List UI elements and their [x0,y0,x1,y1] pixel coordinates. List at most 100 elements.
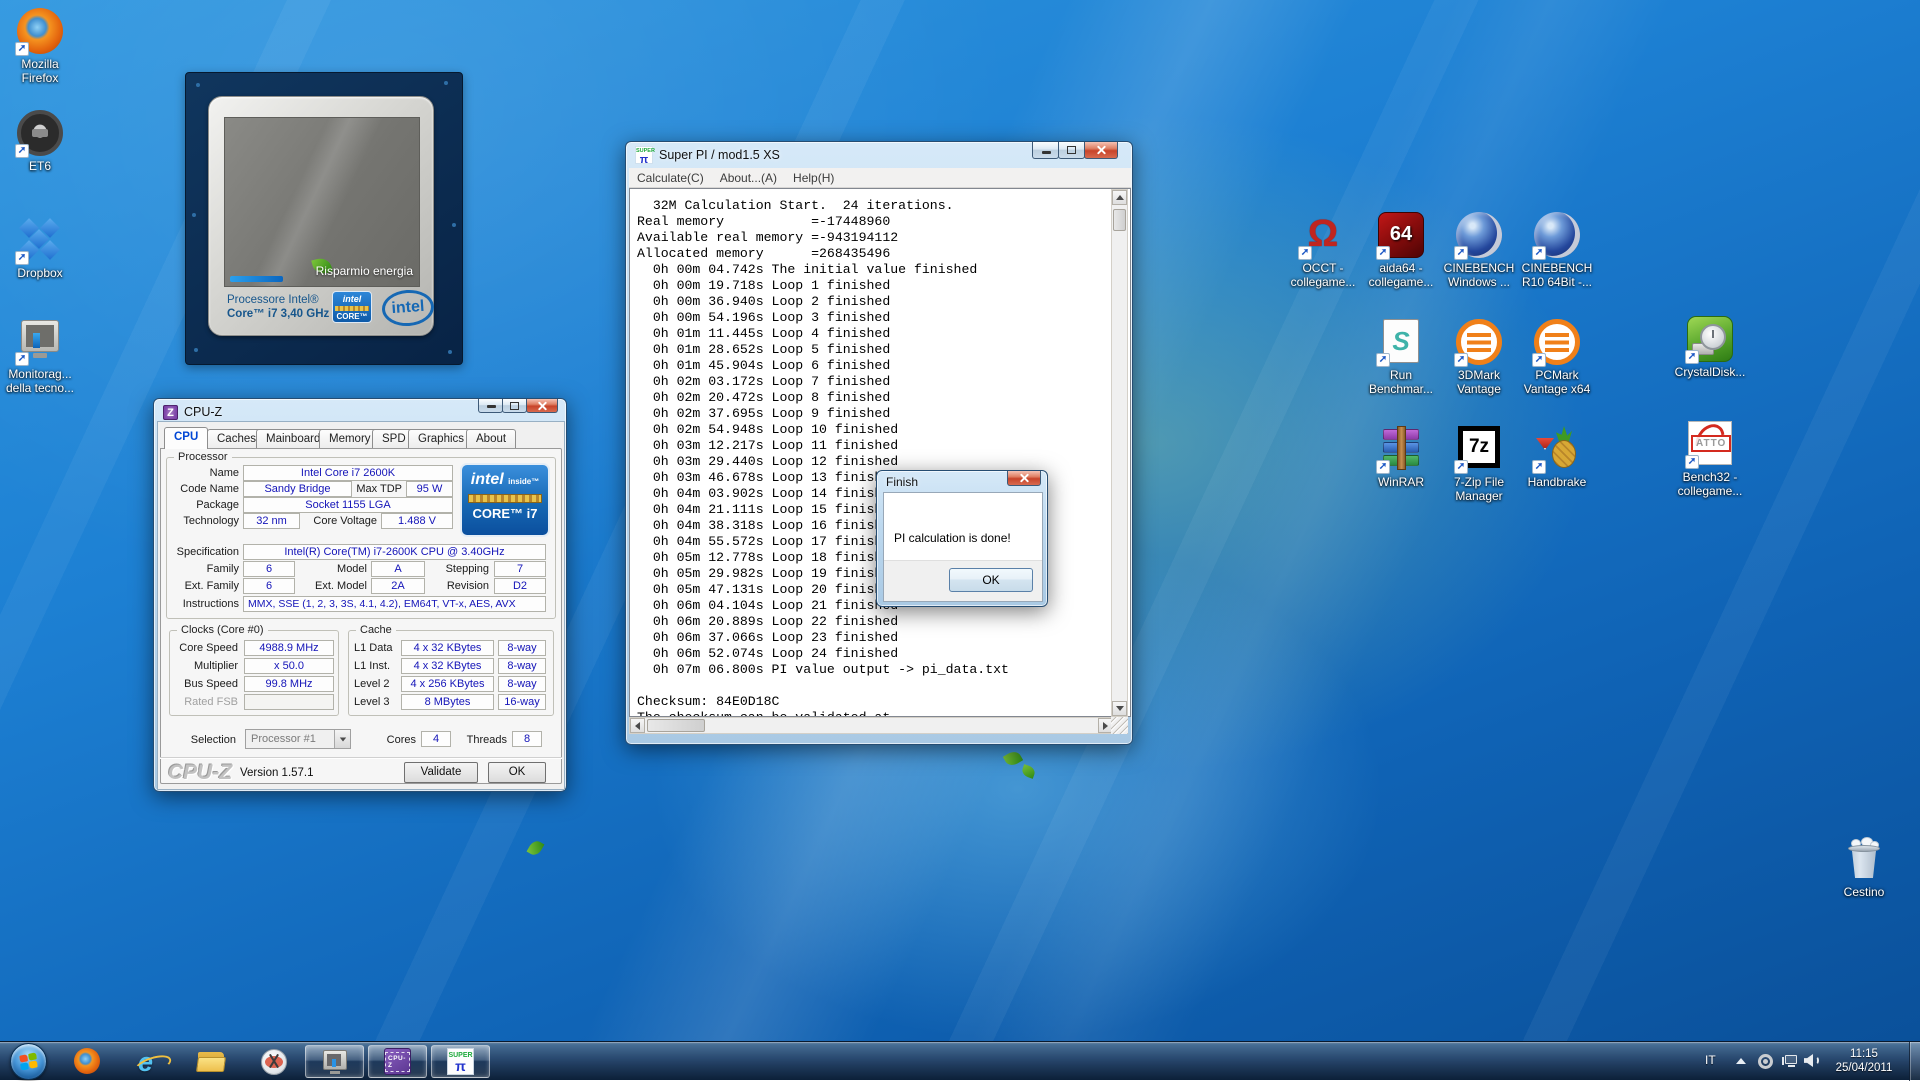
icon-label: collegame... [1279,275,1367,289]
superpi-app-icon: SUPERπ [635,146,653,164]
scroll-down-button[interactable] [1112,701,1127,716]
cpuz-label-stepping: Stepping [437,562,489,577]
icon-label: aida64 - [1357,261,1445,275]
icon-label: CrystalDisk... [1666,365,1754,379]
desktop-icon-mozilla-firefox[interactable]: MozillaFirefox [0,8,84,85]
cpuz-tab-graphics[interactable]: Graphics [408,429,474,449]
desktop-icon-cinebench-windows[interactable]: CINEBENCHWindows ... [1435,212,1523,289]
cpuz-field-instructions: MMX, SSE (1, 2, 3, 3S, 4.1, 4.2), EM64T,… [243,596,546,612]
cpuz-field-l1-inst-assoc: 8-way [498,658,546,674]
close-button[interactable] [1007,471,1041,486]
tray-network-icon[interactable] [1782,1054,1798,1068]
cpuz-field-l1-inst: 4 x 32 KBytes [401,658,494,674]
superpi-output: 32M Calculation Start. 24 iterations. Re… [637,198,1009,717]
tray-clock[interactable]: 11:15 25/04/2011 [1828,1047,1900,1075]
vertical-scroll-thumb[interactable] [1113,209,1126,231]
windows-flag-icon [19,1052,37,1070]
close-button[interactable] [526,399,558,413]
tray-date: 25/04/2011 [1828,1061,1900,1075]
wallpaper-leaf-decoration [1021,764,1037,779]
maximize-button[interactable] [1058,142,1085,159]
desktop-icon-et6[interactable]: ET6 [0,110,84,173]
tray-show-hidden-icons[interactable] [1736,1058,1746,1064]
recycle-bin-icon [1841,836,1887,882]
maximize-button[interactable] [502,399,527,413]
desktop-icon-crystaldisk[interactable]: CrystalDisk... [1666,316,1754,379]
cpuz-field-bus-speed: 99.8 MHz [244,676,334,692]
cpuz-label-model: Model [324,562,367,577]
menu-about[interactable]: About...(A) [712,171,785,185]
taskbar-button-monitor-gadget[interactable] [305,1045,364,1078]
wallpaper-leaf-decoration [527,839,545,858]
start-button[interactable] [10,1043,47,1080]
cpuz-tab-about[interactable]: About [466,429,516,449]
desktop-icon-pcmark-vantage[interactable]: PCMarkVantage x64 [1513,319,1601,396]
icon-label: Mozilla [0,57,84,71]
cpuz-ok-button[interactable]: OK [488,762,546,783]
cpuz-validate-button[interactable]: Validate [404,762,478,783]
cpuz-label-level3: Level 3 [354,695,398,710]
shortcut-arrow-icon [15,42,29,56]
show-desktop-button[interactable] [1909,1042,1920,1081]
taskbar-button-cpuz[interactable]: CPU-Z [368,1045,427,1078]
cpuz-field-core-voltage: 1.488 V [381,513,453,529]
menu-help[interactable]: Help(H) [785,171,842,185]
resize-grip[interactable] [1111,717,1128,734]
desktop-icon-aida64[interactable]: 64 aida64 -collegame... [1357,212,1445,289]
tray-time: 11:15 [1828,1047,1900,1061]
scroll-up-button[interactable] [1112,190,1127,205]
shortcut-arrow-icon [1532,246,1546,260]
desktop-icon-cinebench-r10[interactable]: CINEBENCHR10 64Bit -... [1513,212,1601,289]
horizontal-scrollbar[interactable] [629,717,1114,734]
shortcut-arrow-icon [15,352,29,366]
taskbar-button-superpi[interactable]: SUPERπ [431,1045,490,1078]
scroll-left-button[interactable] [630,718,645,733]
desktop-icon-occt[interactable]: Ω OCCT -collegame... [1279,212,1367,289]
taskbar-snipping-tool-icon[interactable] [260,1048,288,1076]
icon-label: OCCT - [1279,261,1367,275]
taskbar-explorer-icon[interactable] [197,1048,225,1076]
tray-volume-icon[interactable] [1804,1054,1819,1068]
desktop-icon-bench32-atto[interactable]: ATTO Bench32 -collegame... [1666,421,1754,498]
menu-calculate[interactable]: Calculate(C) [629,171,712,185]
tray-language-indicator[interactable]: IT [1705,1053,1716,1067]
cpuz-label-instructions: Instructions [162,597,239,612]
desktop-icon-7zip[interactable]: 7z 7-Zip FileManager [1435,426,1523,503]
cpuz-field-level2: 4 x 256 KBytes [401,676,494,692]
finish-ok-button[interactable]: OK [949,568,1033,592]
cpuz-field-stepping: 7 [494,561,546,577]
horizontal-scroll-thumb[interactable] [647,719,705,732]
desktop-icon-3dmark-vantage[interactable]: 3DMarkVantage [1435,319,1523,396]
icon-label: Monitorag... [0,367,84,381]
desktop-icon-run-benchmark[interactable]: S RunBenchmar... [1357,319,1445,396]
icon-label: Cestino [1820,885,1908,899]
cpuz-selection-dropdown[interactable]: Processor #1 [245,729,351,749]
icon-label: collegame... [1666,484,1754,498]
cpuz-label-selection: Selection [181,733,236,748]
desktop-icon-winrar[interactable]: WinRAR [1357,426,1445,489]
desktop-icon-recycle-bin[interactable]: Cestino [1820,836,1908,899]
cpuz-label-family: Family [168,562,239,577]
cpuz-field-core-speed: 4988.9 MHz [244,640,334,656]
minimize-button[interactable] [478,399,503,413]
finish-dialog-title: Finish [886,475,918,489]
minimize-button[interactable] [1032,142,1059,159]
gadget-cpu-name-line1: Processore Intel® [227,293,329,307]
shortcut-arrow-icon [1685,455,1699,469]
cpuz-field-max-tdp: 95 W [406,481,453,497]
desktop-icon-dropbox[interactable]: Dropbox [0,217,84,280]
taskbar-firefox-icon[interactable] [74,1048,102,1076]
cpuz-label-code-name: Code Name [168,482,239,497]
tray-steering-wheel-icon[interactable] [1758,1054,1773,1069]
cpuz-field-code-name: Sandy Bridge [243,481,352,497]
close-button[interactable] [1084,142,1118,159]
cpuz-field-revision: D2 [494,578,546,594]
cpuz-tab-cpu[interactable]: CPU [164,427,208,449]
intel-cpu-gadget[interactable]: Risparmio energia Processore Intel® Core… [185,72,463,365]
shortcut-arrow-icon [1454,246,1468,260]
desktop-icon-handbrake[interactable]: Handbrake [1513,426,1601,489]
vertical-scrollbar[interactable] [1111,189,1128,717]
desktop-icon-monitoraggio[interactable]: Monitorag...della tecno... [0,318,84,395]
taskbar-ie-icon[interactable]: e [138,1048,166,1076]
shortcut-arrow-icon [1454,353,1468,367]
